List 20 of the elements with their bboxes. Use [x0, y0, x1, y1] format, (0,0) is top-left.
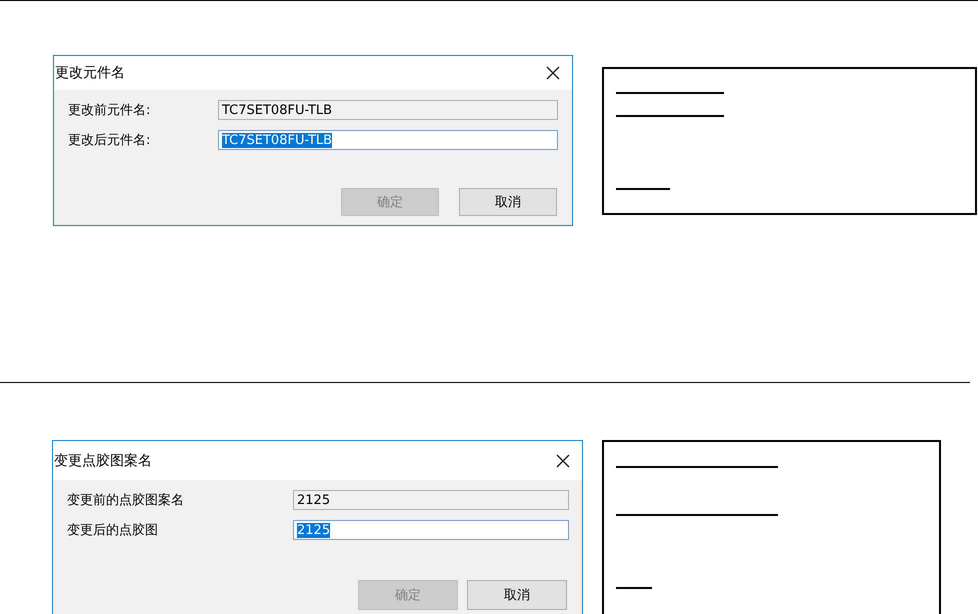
input-field[interactable]: 2125 — [293, 520, 569, 540]
dialog-title: 变更点胶图案名 — [53, 452, 152, 470]
dialog-button[interactable]: 取消 — [467, 580, 567, 610]
close-icon[interactable] — [556, 454, 570, 468]
fill-in-line[interactable] — [616, 466, 778, 468]
dialog-title: 更改元件名 — [54, 64, 125, 82]
field-label: 更改后元件名: — [68, 132, 152, 149]
dialog-button[interactable]: 取消 — [459, 188, 557, 216]
fill-in-line[interactable] — [616, 587, 652, 589]
field-label: 更改前元件名: — [68, 102, 152, 119]
input-field[interactable]: 2125 — [293, 490, 569, 510]
input-field[interactable]: TC7SET08FU-TLB — [218, 130, 558, 150]
fill-in-line[interactable] — [616, 188, 670, 190]
fill-in-line[interactable] — [616, 115, 724, 117]
fill-in-line[interactable] — [616, 92, 724, 94]
field-label: 变更后的点胶图 — [67, 522, 159, 539]
field-label: 变更前的点胶图案名 — [67, 492, 185, 509]
close-icon[interactable] — [546, 66, 560, 80]
fill-in-line[interactable] — [616, 514, 778, 516]
input-field[interactable]: TC7SET08FU-TLB — [218, 100, 558, 120]
